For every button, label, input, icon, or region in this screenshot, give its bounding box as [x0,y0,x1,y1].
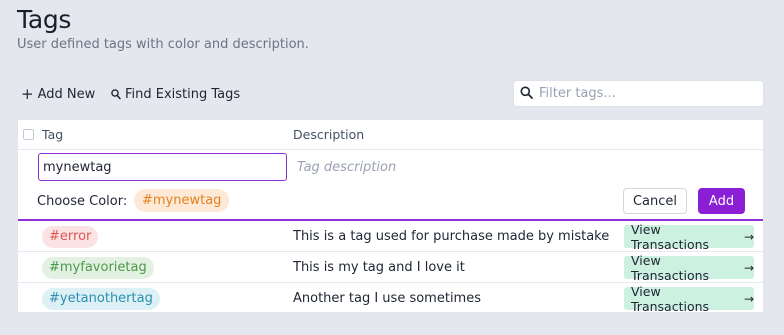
add-button[interactable]: Add [698,188,745,214]
arrow-right-icon: → [743,229,754,244]
tag-description: Another tag I use sometimes [293,291,481,306]
add-new-button[interactable]: + Add New [21,84,95,104]
view-transactions-button[interactable]: View Transactions → [624,284,754,314]
find-existing-tags-button[interactable]: Find Existing Tags [111,84,240,104]
search-icon [111,88,121,100]
tag-description: This is a tag used for purchase made by … [293,229,610,244]
view-transactions-label: View Transactions [631,252,710,283]
select-all-checkbox[interactable] [23,129,34,140]
column-header-description[interactable]: Description [293,127,364,142]
cancel-button[interactable]: Cancel [623,188,687,214]
table-row: #error This is a tag used for purchase m… [18,221,763,252]
table-header: Tag Description [18,120,763,150]
plus-icon: + [21,84,34,103]
tag-name-input[interactable] [38,153,287,181]
tag-pill[interactable]: #myfavorietag [42,257,154,279]
tag-pill[interactable]: #error [42,226,99,248]
arrow-right-icon: → [743,260,754,275]
add-new-label: Add New [37,86,96,102]
filter-box [513,80,764,107]
view-transactions-button[interactable]: View Transactions → [624,253,754,283]
view-transactions-label: View Transactions [631,221,710,252]
search-icon [520,84,533,103]
arrow-right-icon: → [743,291,754,306]
page-title: Tags [17,5,72,34]
find-existing-label: Find Existing Tags [125,86,241,102]
page-subtitle: User defined tags with color and descrip… [17,37,309,52]
tag-description-input[interactable] [293,153,593,181]
tags-table: Tag Description Choose Color: #mynewtag … [17,119,764,314]
view-transactions-button[interactable]: View Transactions → [624,222,754,252]
table-row: #yetanothertag Another tag I use sometim… [18,283,763,314]
column-header-tag[interactable]: Tag [42,127,63,142]
new-tag-form: Choose Color: #mynewtag Cancel Add [18,151,763,221]
table-row: #myfavorietag This is my tag and I love … [18,252,763,283]
tag-description: This is my tag and I love it [293,260,465,275]
tag-pill[interactable]: #yetanothertag [42,288,160,310]
view-transactions-label: View Transactions [631,283,710,314]
color-picker-chip[interactable]: #mynewtag [134,189,230,212]
filter-tags-input[interactable] [539,86,749,101]
choose-color-label: Choose Color: [37,194,128,209]
